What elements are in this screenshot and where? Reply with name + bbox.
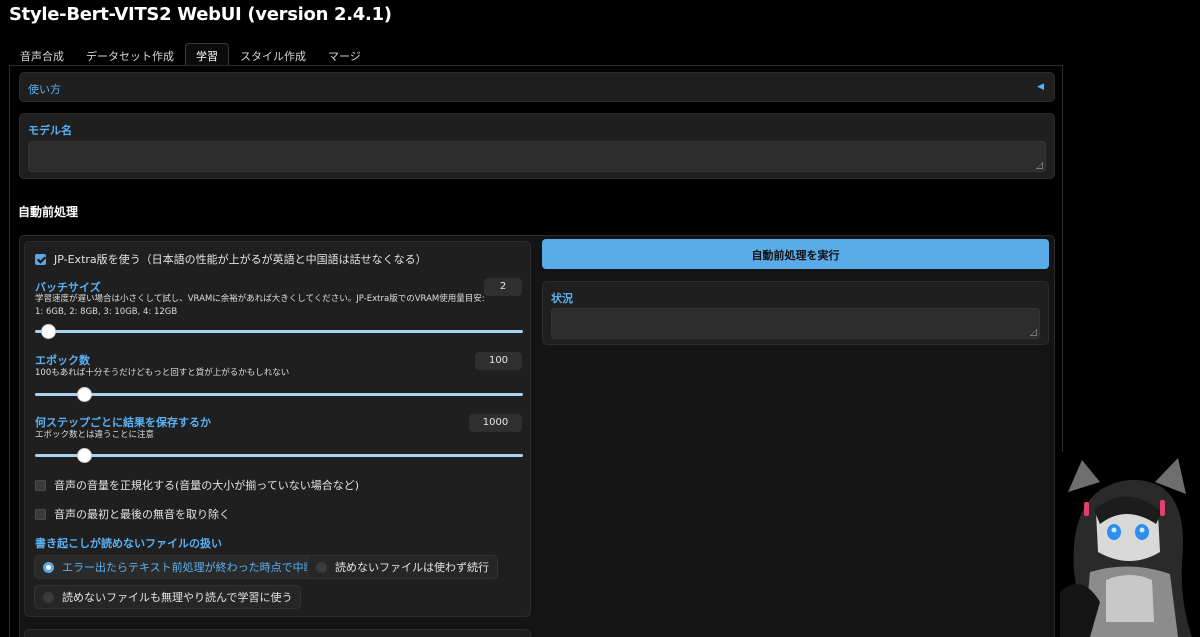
normalize-checkbox-box[interactable]	[35, 479, 46, 491]
tab-bar: 音声合成 データセット作成 学習 スタイル作成 マージ	[9, 43, 372, 66]
next-settings-block	[24, 629, 531, 637]
radio-dot-icon[interactable]	[43, 561, 54, 573]
epochs-number[interactable]: 100	[475, 352, 522, 370]
anime-character-image	[1060, 452, 1200, 637]
auto-preprocess-title: 自動前処理	[18, 205, 79, 219]
trim-checkbox-box[interactable]	[35, 508, 46, 520]
auto-preprocess-row: JP-Extra版を使う（日本語の性能が上がるが英語と中国語は話せなくなる） バ…	[19, 235, 1055, 637]
normalize-label: 音声の音量を正規化する(音量の大小が揃っていない場合など)	[54, 479, 360, 492]
run-auto-preprocess-button[interactable]: 自動前処理を実行	[542, 239, 1049, 269]
radio-stop-on-error-label: エラー出たらテキスト前処理が終わった時点で中断	[62, 561, 315, 574]
batch-size-info-line1: 学習速度が遅い場合は小さくして試し、VRAMに余裕があれば大きくしてください。J…	[35, 294, 485, 304]
epochs-slider-track[interactable]	[35, 393, 523, 396]
batch-size-slider-thumb[interactable]	[41, 324, 56, 339]
epochs-label: エポック数	[35, 354, 90, 367]
radio-dot-icon[interactable]	[43, 591, 54, 603]
tab-synthesis[interactable]: 音声合成	[9, 43, 75, 66]
usage-accordion[interactable]: 使い方 ◀	[19, 72, 1055, 102]
trim-checkbox[interactable]: 音声の最初と最後の無音を取り除く	[35, 506, 230, 522]
epochs-info: 100もあれば十分そうだけどもっと回すと質が上がるかもしれない	[35, 368, 290, 378]
tab-dataset[interactable]: データセット作成	[75, 43, 185, 66]
save-every-slider-thumb[interactable]	[77, 448, 92, 463]
batch-size-info-line2: 1: 6GB, 2: 8GB, 3: 10GB, 4: 12GB	[35, 307, 178, 317]
epochs-slider-thumb[interactable]	[77, 387, 92, 402]
save-every-number[interactable]: 1000	[469, 414, 522, 432]
normalize-checkbox[interactable]: 音声の音量を正規化する(音量の大小が揃っていない場合など)	[35, 477, 359, 493]
tab-style[interactable]: スタイル作成	[229, 43, 317, 66]
unreadable-handling-label: 書き起こしが読めないファイルの扱い	[35, 537, 222, 550]
radio-stop-on-error[interactable]: エラー出たらテキスト前処理が終わった時点で中断	[34, 555, 324, 579]
usage-accordion-label: 使い方	[28, 83, 61, 96]
model-name-block: モデル名	[19, 113, 1055, 179]
save-every-info: エポック数とは違うことに注意	[35, 430, 155, 440]
batch-size-slider-track[interactable]	[35, 330, 523, 333]
batch-size-info: 学習速度が遅い場合は小さくして試し、VRAMに余裕があれば大きくしてください。J…	[35, 293, 485, 319]
jp-extra-label: JP-Extra版を使う（日本語の性能が上がるが英語と中国語は話せなくなる）	[54, 253, 427, 266]
tab-training[interactable]: 学習	[185, 43, 229, 66]
jp-extra-checkbox[interactable]: JP-Extra版を使う（日本語の性能が上がるが英語と中国語は話せなくなる）	[35, 251, 427, 267]
resize-grip-icon[interactable]	[1036, 162, 1043, 169]
model-name-input[interactable]	[28, 141, 1046, 172]
resize-grip-icon[interactable]	[1030, 329, 1037, 336]
trim-label: 音声の最初と最後の無音を取り除く	[54, 508, 230, 521]
status-label: 状況	[551, 292, 573, 305]
jp-extra-checkbox-box[interactable]	[35, 253, 46, 265]
collapse-caret-icon[interactable]: ◀	[1037, 81, 1044, 92]
tab-merge[interactable]: マージ	[317, 43, 372, 66]
app-title: Style-Bert-VITS2 WebUI (version 2.4.1)	[9, 4, 392, 25]
radio-force-read-label: 読めないファイルも無理やり読んで学習に使う	[62, 591, 293, 604]
save-every-slider-track[interactable]	[35, 454, 523, 457]
radio-force-read[interactable]: 読めないファイルも無理やり読んで学習に使う	[34, 585, 302, 609]
batch-size-number[interactable]: 2	[484, 278, 522, 296]
model-name-label: モデル名	[28, 124, 72, 137]
save-every-label: 何ステップごとに結果を保存するか	[35, 416, 211, 429]
status-block: 状況	[542, 281, 1049, 345]
radio-dot-icon[interactable]	[316, 561, 327, 573]
radio-skip-unreadable[interactable]: 読めないファイルは使わず続行	[307, 555, 498, 579]
preprocess-settings-column: JP-Extra版を使う（日本語の性能が上がるが英語と中国語は話せなくなる） バ…	[24, 241, 531, 617]
training-panel: 使い方 ◀ モデル名 自動前処理 JP-Extra版を使う（日本語の性能が上がる…	[9, 65, 1063, 637]
status-output[interactable]	[551, 308, 1040, 339]
radio-skip-unreadable-label: 読めないファイルは使わず続行	[335, 561, 489, 574]
